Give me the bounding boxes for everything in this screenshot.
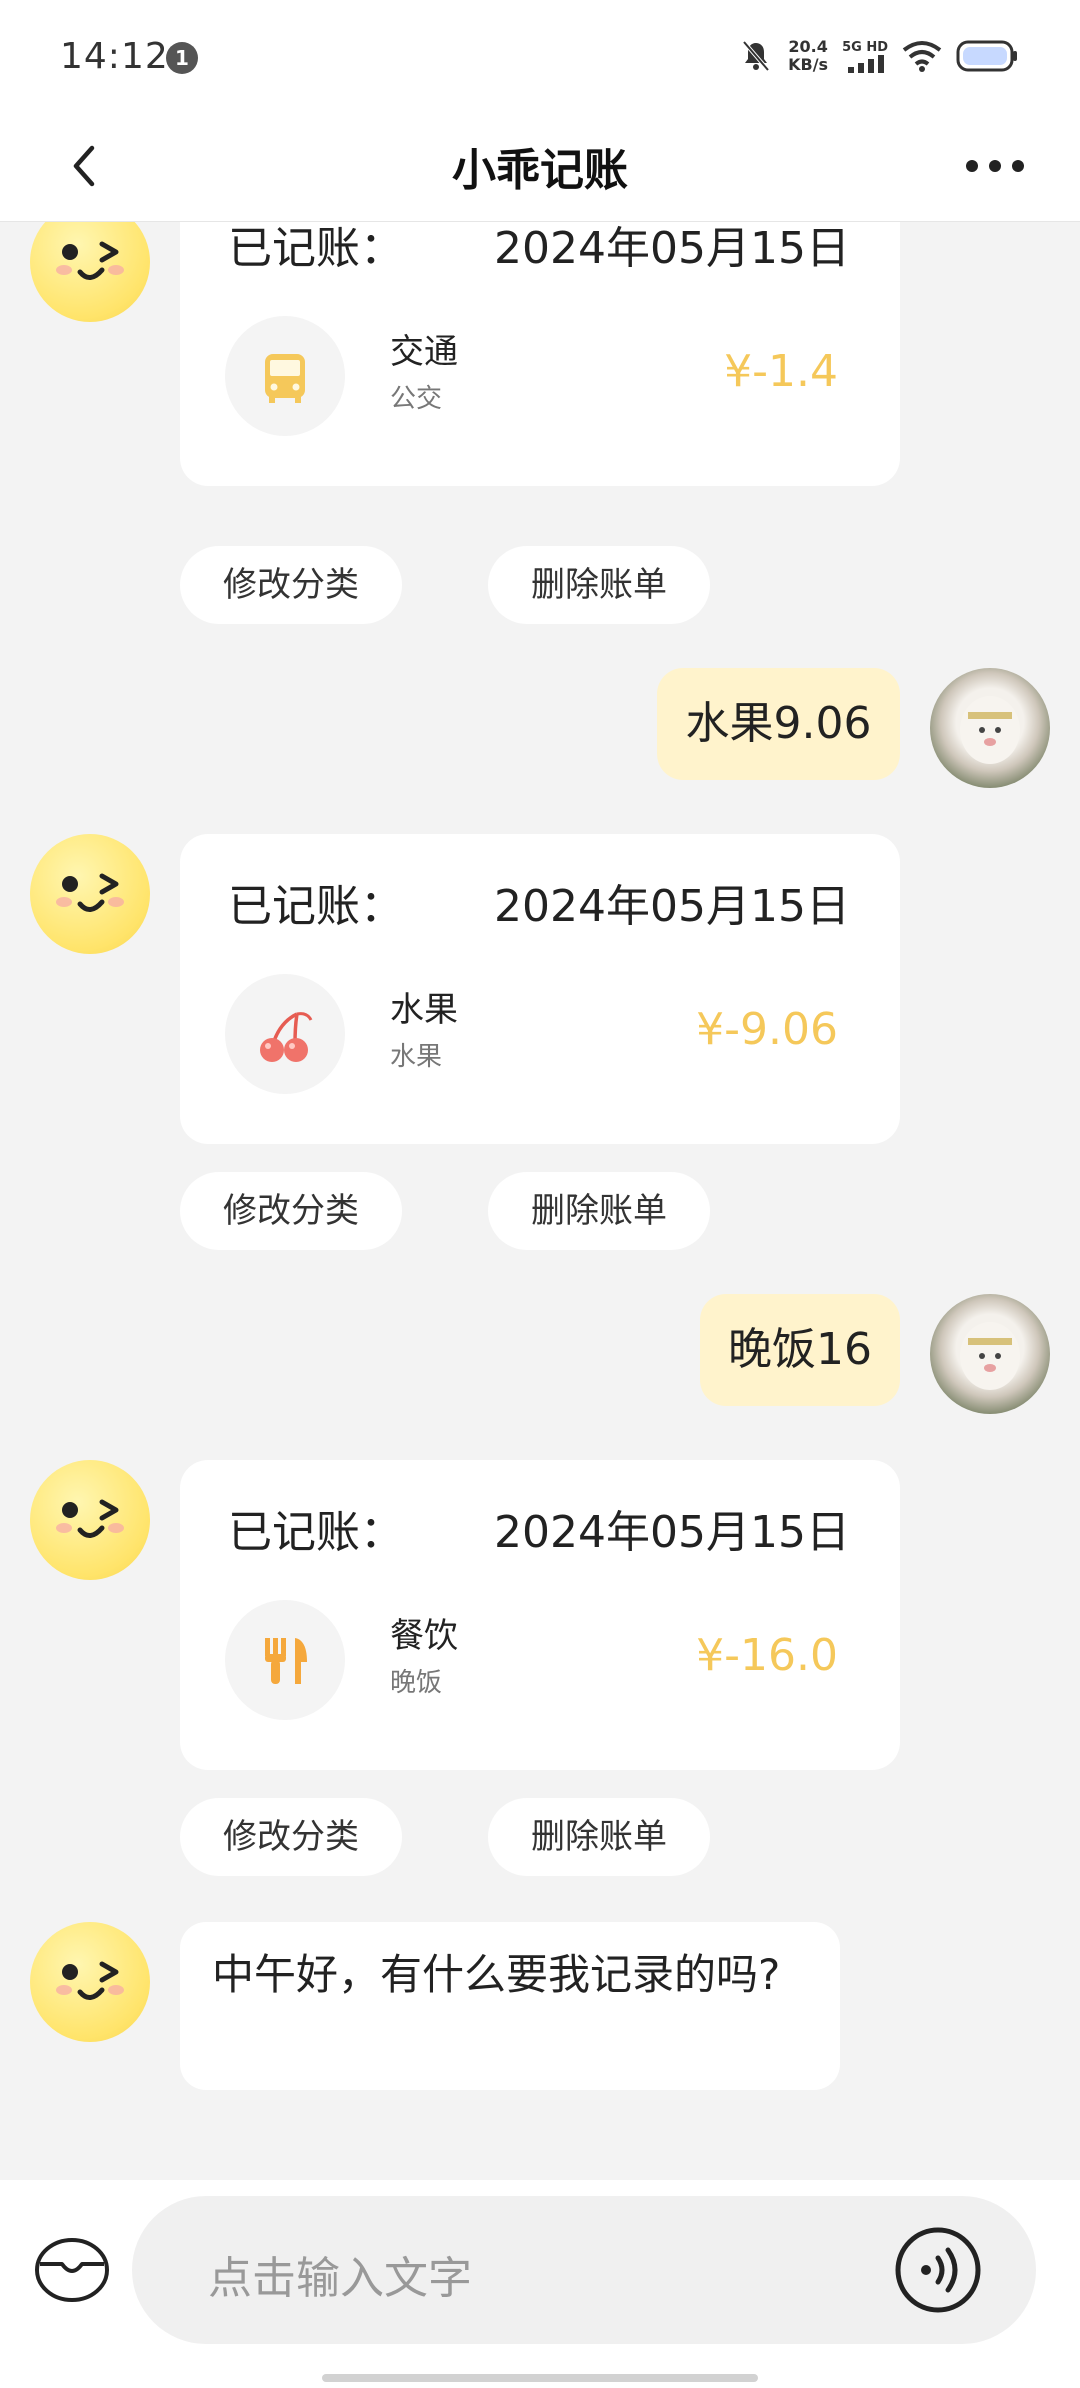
record-card: 已记账： 2024年05月15日 水果 水果 ¥-9.06 bbox=[180, 834, 900, 1144]
record-label: 已记账： bbox=[228, 223, 404, 274]
record-label: 已记账： bbox=[228, 881, 404, 932]
battery-icon bbox=[956, 40, 1017, 72]
bot-avatar bbox=[30, 222, 150, 322]
net-speed-unit: KB/s bbox=[788, 55, 829, 74]
record-amount: ¥-9.06 bbox=[696, 1004, 838, 1055]
home-indicator[interactable] bbox=[322, 2374, 758, 2382]
record-date: 2024年05月15日 bbox=[494, 1507, 850, 1558]
status-time: 14:12 bbox=[60, 36, 169, 77]
record-card: 已记账： 2024年05月15日 交通 公交 ¥-1.4 bbox=[180, 222, 900, 486]
network-signal: 5G HD bbox=[842, 40, 888, 73]
record-note: 公交 bbox=[390, 384, 443, 414]
edit-category-button[interactable]: 修改分类 bbox=[180, 1798, 402, 1876]
bus-icon bbox=[265, 354, 305, 403]
mute-bell-icon bbox=[742, 40, 770, 72]
user-message: 水果9.06 bbox=[657, 668, 900, 780]
wink-face-icon bbox=[56, 873, 124, 912]
signal-bars-icon bbox=[848, 54, 884, 73]
record-amount: ¥-1.4 bbox=[724, 346, 838, 397]
cherry-icon bbox=[260, 1012, 313, 1062]
net-speed-value: 20.4 bbox=[788, 37, 828, 56]
user-avatar[interactable] bbox=[930, 668, 1050, 788]
category-icon-circle bbox=[225, 316, 345, 436]
chat-area[interactable]: 已记账： 2024年05月15日 交通 公交 ¥-1.4 修改分类 删除账单 水… bbox=[0, 222, 1080, 2180]
status-bar: 14:12 1 20.4 KB/s 5G HD bbox=[0, 0, 1080, 110]
input-bar: 点击输入文字 bbox=[0, 2180, 1080, 2388]
plush-photo bbox=[960, 696, 1020, 764]
user-avatar[interactable] bbox=[930, 1294, 1050, 1414]
plush-photo bbox=[960, 1322, 1020, 1390]
page-title: 小乖记账 bbox=[452, 145, 628, 196]
more-dots-icon[interactable] bbox=[960, 136, 1030, 196]
wifi-icon bbox=[902, 41, 942, 72]
net-speed: 20.4 KB/s bbox=[788, 38, 828, 74]
bot-avatar bbox=[30, 1922, 150, 2042]
notification-badge: 1 bbox=[166, 42, 198, 74]
bot-avatar bbox=[30, 1460, 150, 1580]
record-note: 晚饭 bbox=[390, 1668, 443, 1698]
delete-record-button[interactable]: 删除账单 bbox=[488, 1798, 710, 1876]
category-name: 水果 bbox=[390, 990, 458, 1030]
delete-record-button[interactable]: 删除账单 bbox=[488, 1172, 710, 1250]
record-amount: ¥-16.0 bbox=[696, 1630, 838, 1681]
category-icon-circle bbox=[225, 974, 345, 1094]
user-message: 晚饭16 bbox=[700, 1294, 900, 1406]
wink-face-icon bbox=[56, 1961, 124, 2000]
message-input[interactable]: 点击输入文字 bbox=[132, 2196, 1036, 2344]
record-date: 2024年05月15日 bbox=[494, 223, 850, 274]
wink-face-icon bbox=[56, 241, 124, 280]
network-type-label: 5G HD bbox=[842, 39, 888, 55]
status-icons: 20.4 KB/s 5G HD bbox=[738, 34, 1020, 78]
record-note: 水果 bbox=[390, 1042, 443, 1072]
input-placeholder: 点击输入文字 bbox=[208, 2253, 472, 2304]
edit-category-button[interactable]: 修改分类 bbox=[180, 1172, 402, 1250]
header: 小乖记账 bbox=[0, 110, 1080, 222]
bot-message: 中午好，有什么要我记录的吗? bbox=[180, 1922, 840, 2090]
fork-knife-icon bbox=[265, 1638, 307, 1684]
category-icon-circle bbox=[225, 1600, 345, 1720]
category-name: 餐饮 bbox=[390, 1616, 458, 1656]
record-label: 已记账： bbox=[228, 1507, 404, 1558]
record-card: 已记账： 2024年05月15日 餐饮 晚饭 ¥-16.0 bbox=[180, 1460, 900, 1770]
edit-category-button[interactable]: 修改分类 bbox=[180, 546, 402, 624]
bot-avatar bbox=[30, 834, 150, 954]
wink-face-icon bbox=[56, 1499, 124, 1538]
voice-icon[interactable] bbox=[892, 2224, 984, 2316]
category-name: 交通 bbox=[390, 332, 458, 372]
wallet-icon[interactable] bbox=[32, 2230, 112, 2310]
delete-record-button[interactable]: 删除账单 bbox=[488, 546, 710, 624]
record-date: 2024年05月15日 bbox=[494, 881, 850, 932]
